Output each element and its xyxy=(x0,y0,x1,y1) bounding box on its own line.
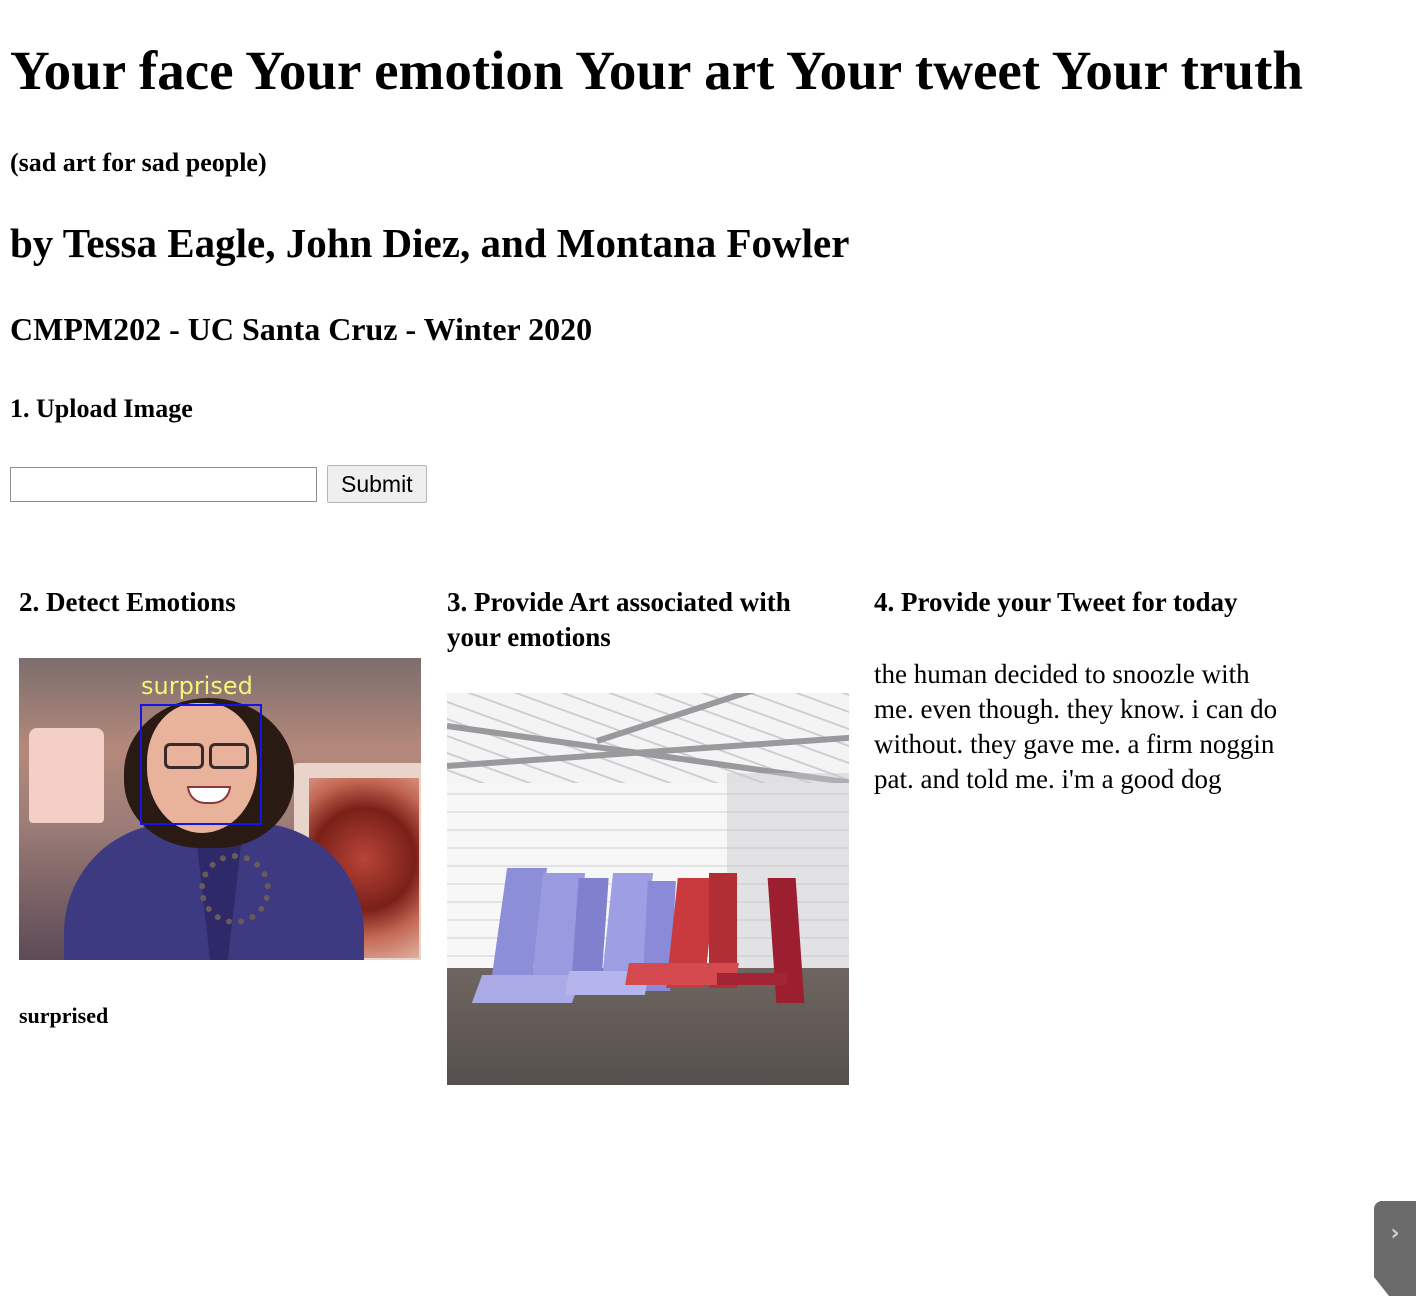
tweet-heading: 4. Provide your Tweet for today xyxy=(874,587,1238,617)
face-bounding-box xyxy=(140,704,262,825)
page-subtitle: (sad art for sad people) xyxy=(10,148,267,177)
side-panel-toggle[interactable]: › xyxy=(1374,1201,1416,1296)
chevron-right-icon: › xyxy=(1390,1221,1400,1246)
detected-emotion-text: surprised xyxy=(19,1003,109,1028)
image-url-input[interactable] xyxy=(10,466,317,502)
art-column: 3. Provide Art associated with your emot… xyxy=(447,585,849,1085)
face-detection-image: surprised xyxy=(19,658,421,960)
tweet-text: the human decided to snoozle with me. ev… xyxy=(874,659,1278,794)
upload-heading: 1. Upload Image xyxy=(10,394,193,423)
detect-emotions-column: 2. Detect Emotions surprised surprised xyxy=(19,585,421,1030)
detect-emotions-heading: 2. Detect Emotions xyxy=(19,587,236,617)
emotion-overlay-label: surprised xyxy=(141,672,253,700)
tweet-column: 4. Provide your Tweet for today the huma… xyxy=(874,585,1294,797)
art-heading: 3. Provide Art associated with your emot… xyxy=(447,587,791,652)
submit-button[interactable]: Submit xyxy=(327,465,427,503)
page-header: Your face Your emotion Your art Your twe… xyxy=(0,40,1416,503)
art-image xyxy=(447,693,849,1085)
authors-heading: by Tessa Eagle, John Diez, and Montana F… xyxy=(10,220,850,266)
page-title: Your face Your emotion Your art Your twe… xyxy=(10,40,1303,101)
upload-form: Submit xyxy=(10,465,1406,503)
course-heading: CMPM202 - UC Santa Cruz - Winter 2020 xyxy=(10,311,593,347)
